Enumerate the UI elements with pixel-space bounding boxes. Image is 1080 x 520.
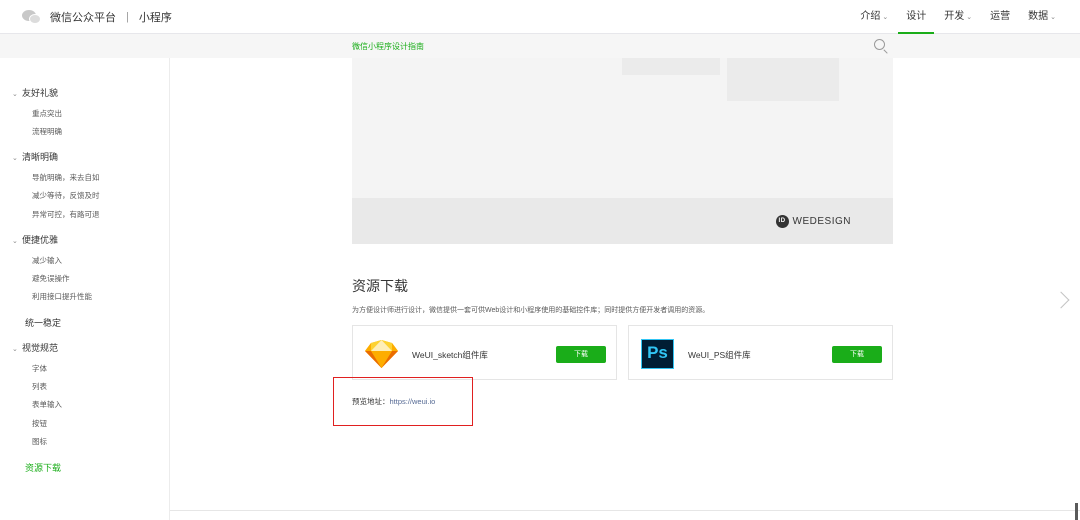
sidebar-item[interactable]: 图标 <box>32 436 47 447</box>
sidebar-item[interactable]: 字体 <box>32 363 47 374</box>
sidebar-group-convenient[interactable]: ⌄ 便捷优雅 <box>12 233 58 246</box>
resource-card-photoshop: Ps WeUI_PS组件库 下载 <box>628 325 893 380</box>
wedesign-icon: ID <box>775 215 789 228</box>
brand-title: 微信公众平台 <box>50 12 116 24</box>
resource-name: WeUI_PS组件库 <box>688 350 751 360</box>
sidebar-item[interactable]: 表单输入 <box>32 399 62 410</box>
nav-intro[interactable]: 介绍 ⌄ <box>860 0 888 34</box>
resource-card-sketch: WeUI_sketch组件库 下载 <box>352 325 617 380</box>
chevron-down-icon: ⌄ <box>882 14 889 21</box>
preview-url-link[interactable]: https://weui.io <box>390 397 436 406</box>
chevron-down-icon: ⌄ <box>12 346 18 353</box>
chevron-down-icon: ⌄ <box>12 91 18 98</box>
resource-name: WeUI_sketch组件库 <box>412 350 488 360</box>
placeholder-block <box>622 58 720 75</box>
nav-design[interactable]: 设计 <box>898 0 935 34</box>
divider <box>170 510 1080 511</box>
scrollbar-thumb[interactable] <box>1075 503 1078 520</box>
sidebar-item[interactable]: 减少等待，反馈及时 <box>32 190 100 201</box>
chevron-down-icon: ⌄ <box>12 155 18 162</box>
sidebar-item[interactable]: 流程明确 <box>32 126 62 137</box>
guide-title[interactable]: 微信小程序设计指南 <box>352 41 424 52</box>
chevron-down-icon: ⌄ <box>1050 14 1056 21</box>
nav-develop[interactable]: 开发 ⌄ <box>944 0 972 34</box>
resources-title: 资源下载 <box>352 278 408 294</box>
sidebar-group-visual[interactable]: ⌄ 视觉规范 <box>12 341 58 354</box>
top-navbar: 微信公众平台 | 小程序 介绍 ⌄ 设计 开发 ⌄ 运营 数据 ⌄ <box>0 0 1080 34</box>
chevron-down-icon: ⌄ <box>966 14 973 21</box>
design-preview-image: ID WEDESIGN <box>352 58 893 244</box>
brand-separator: | <box>126 11 129 23</box>
sidebar-item[interactable]: 重点突出 <box>32 108 62 119</box>
nav-operate[interactable]: 运营 <box>990 0 1010 34</box>
sidebar-item-unified[interactable]: 统一稳定 <box>25 316 61 329</box>
resources-description: 为方便设计师进行设计，微信提供一套可供Web设计和小程序使用的基础控件库；同时提… <box>352 307 710 314</box>
sidebar-item[interactable]: 避免误操作 <box>32 273 70 284</box>
placeholder-block <box>727 58 839 101</box>
sidebar-item[interactable]: 异常可控，有路可退 <box>32 209 100 220</box>
preview-address: 预览地址：https://weui.io <box>352 396 435 407</box>
main-nav: 介绍 ⌄ 设计 开发 ⌄ 运营 数据 ⌄ <box>842 0 1056 34</box>
nav-data[interactable]: 数据 ⌄ <box>1028 0 1056 34</box>
chevron-right-icon[interactable] <box>1052 291 1070 309</box>
chevron-down-icon: ⌄ <box>12 238 18 245</box>
download-button[interactable]: 下载 <box>556 346 606 363</box>
download-button[interactable]: 下载 <box>832 346 882 363</box>
sidebar-group-friendly[interactable]: ⌄ 友好礼貌 <box>12 86 58 99</box>
preview-label: 预览地址： <box>352 397 390 406</box>
sidebar: ⌄ 友好礼貌 重点突出 流程明确 ⌄ 清晰明确 导航明确，来去自如 减少等待，反馈及… <box>0 58 170 520</box>
product-title: 小程序 <box>138 12 172 24</box>
sidebar-group-clear[interactable]: ⌄ 清晰明确 <box>12 150 58 163</box>
brand[interactable]: 微信公众平台 | 小程序 <box>22 9 172 25</box>
sidebar-item[interactable]: 减少输入 <box>32 255 62 266</box>
sidebar-item[interactable]: 列表 <box>32 381 47 392</box>
search-icon[interactable] <box>874 39 885 50</box>
sidebar-item[interactable]: 按钮 <box>32 418 47 429</box>
guide-subbar: 微信小程序设计指南 <box>0 34 1080 58</box>
photoshop-icon: Ps <box>641 339 674 369</box>
wechat-logo-icon <box>22 9 42 25</box>
sketch-icon <box>365 340 398 368</box>
sidebar-item[interactable]: 导航明确，来去自如 <box>32 172 100 183</box>
sidebar-item-resources[interactable]: 资源下载 <box>25 461 61 474</box>
wedesign-logo: ID WEDESIGN <box>775 215 851 228</box>
sidebar-item[interactable]: 利用接口提升性能 <box>32 291 92 302</box>
